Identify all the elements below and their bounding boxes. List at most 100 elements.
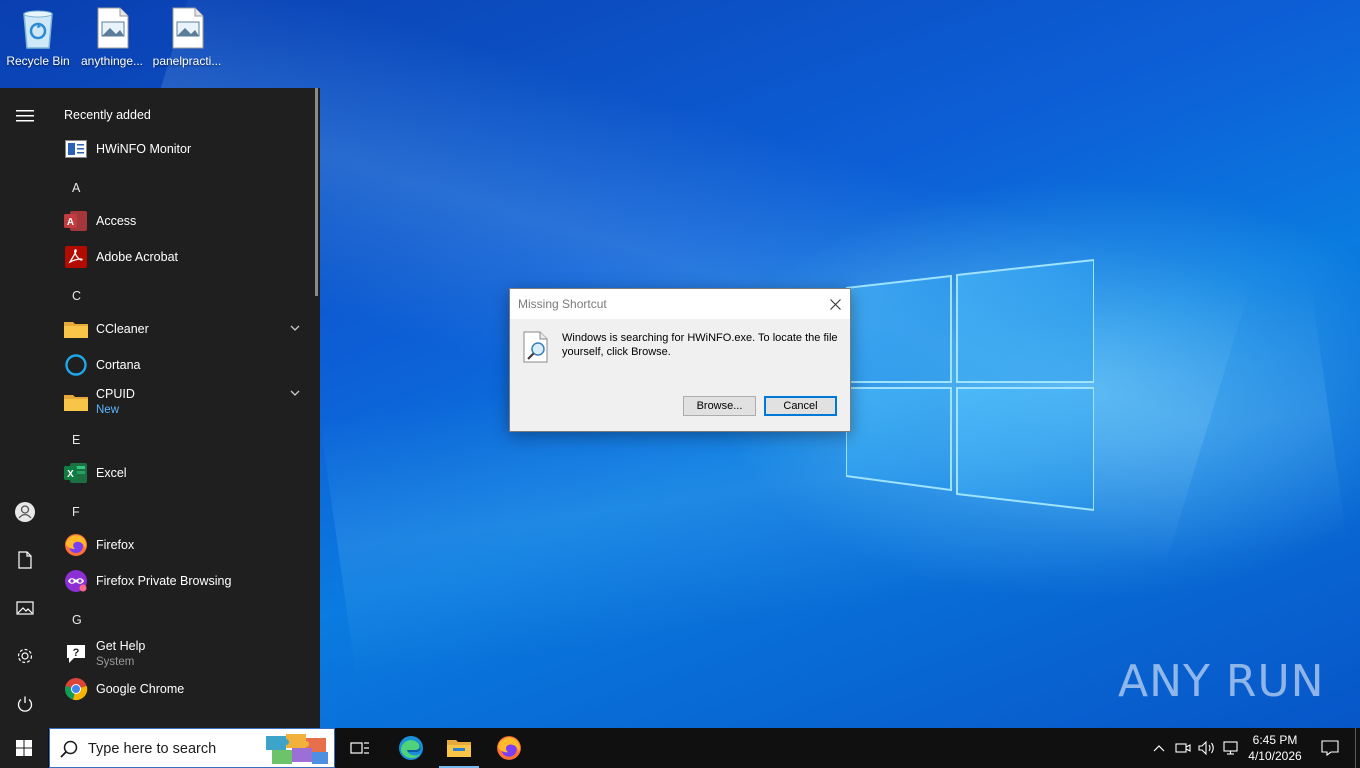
app-label: Google Chrome [96,682,185,696]
app-label: HWiNFO Monitor [96,142,192,156]
desktop-icon-file[interactable]: anythinge... [74,6,150,68]
app-get-help[interactable]: ? Get Help System [50,635,312,673]
desktop-icon-label: Recycle Bin [6,54,70,68]
anyrun-watermark: ANY RUN [1118,656,1325,707]
app-label: Firefox Private Browsing [96,574,232,588]
chevron-down-icon[interactable] [290,323,300,333]
app-hwinfo-monitor[interactable]: HWiNFO Monitor [50,131,312,167]
windows-logo-wallpaper [846,258,1094,512]
app-cortana[interactable]: Cortana [50,347,312,383]
notification-center-button[interactable] [1312,728,1348,768]
menu-icon[interactable] [13,104,37,128]
app-firefox[interactable]: Firefox [50,527,312,563]
excel-icon: X [64,461,88,485]
taskbar-search-box[interactable]: Type here to search [49,728,335,768]
watermark-text: ANY RUN [1118,656,1325,707]
app-firefox-private-browsing[interactable]: Firefox Private Browsing [50,563,312,599]
clock-date: 4/10/2026 [1248,749,1302,763]
start-button[interactable] [0,728,48,768]
file-explorer-icon [447,740,471,757]
volume-icon [1198,741,1214,755]
desktop-icon-label: anythinge... [80,54,144,68]
dialog-titlebar[interactable]: Missing Shortcut [510,289,850,319]
image-file-icon [92,6,132,50]
app-sublabel: System [96,656,135,668]
notification-icon [1321,740,1339,756]
app-label: Adobe Acrobat [96,250,179,264]
desktop-icon-file[interactable]: panelpracti... [149,6,225,68]
chevron-down-icon[interactable] [290,388,300,398]
recently-added-header: Recently added [64,108,151,122]
desktop-icon-label: panelpracti... [152,54,222,68]
task-view-button[interactable] [336,728,384,768]
task-view-icon [350,742,369,754]
section-letter-f[interactable]: F [72,505,80,519]
access-icon: A [64,209,88,233]
app-label: Cortana [96,358,141,372]
settings-icon[interactable] [13,644,37,668]
folder-icon [64,390,88,414]
windows-icon [16,740,32,756]
app-folder-ccleaner[interactable]: CCleaner [50,311,312,347]
app-label: Get Help [96,639,146,653]
app-google-chrome[interactable]: Google Chrome [50,671,312,707]
section-letter-c[interactable]: C [72,289,81,303]
firefox-private-icon [64,569,88,593]
firefox-icon [64,533,88,557]
folder-icon [64,317,88,341]
svg-text:?: ? [73,647,80,659]
recycle-bin-icon [18,6,58,50]
power-icon[interactable] [13,692,37,716]
dialog-title: Missing Shortcut [518,297,607,311]
show-hidden-icons-button[interactable] [1148,728,1170,768]
search-file-icon [523,331,548,363]
taskbar-clock[interactable]: 6:45 PM 4/10/2026 [1238,732,1312,764]
cancel-button[interactable]: Cancel [764,396,837,416]
new-badge: New [96,404,120,416]
cortana-icon [64,353,88,377]
user-icon[interactable] [13,500,37,524]
firefox-icon [497,736,521,760]
app-access[interactable]: A Access [50,203,312,239]
meet-now-button[interactable] [1172,728,1194,768]
documents-icon[interactable] [13,548,37,572]
section-letter-a[interactable]: A [72,181,80,195]
pictures-icon[interactable] [13,596,37,620]
show-desktop-button[interactable] [1355,728,1356,768]
volume-button[interactable] [1196,728,1218,768]
app-label: Firefox [96,538,135,552]
start-menu: Recently added HWiNFO Monitor A A Access… [0,88,320,728]
start-menu-app-list: Recently added HWiNFO Monitor A A Access… [50,88,312,728]
section-letter-e[interactable]: E [72,433,80,447]
edge-icon [399,736,423,760]
start-menu-scrollbar[interactable] [315,88,318,296]
app-label: Excel [96,466,127,480]
browse-button[interactable]: Browse... [683,396,756,416]
search-placeholder: Type here to search [88,741,217,757]
start-menu-rail [0,88,50,728]
chevron-up-icon [1153,745,1165,752]
taskbar: Type here to search 6:45 PM 4/10/2026 [0,728,1360,768]
app-adobe-acrobat[interactable]: Adobe Acrobat [50,239,312,275]
edge-taskbar-button[interactable] [387,728,435,768]
file-explorer-taskbar-button[interactable] [435,728,483,768]
app-label: CCleaner [96,322,149,336]
close-icon[interactable] [826,295,844,313]
missing-shortcut-dialog: Missing Shortcut Windows is searching fo… [509,288,851,432]
firefox-taskbar-button[interactable] [485,728,533,768]
dialog-message: Windows is searching for HWiNFO.exe. To … [562,332,838,358]
app-folder-cpuid[interactable]: CPUID New [50,383,312,421]
svg-text:X: X [67,469,74,480]
section-letter-g[interactable]: G [72,613,82,627]
app-excel[interactable]: X Excel [50,455,312,491]
get-help-icon: ? [64,642,88,666]
svg-text:A: A [67,217,74,228]
hwinfo-icon [64,137,88,161]
clock-time: 6:45 PM [1252,733,1298,747]
image-file-icon [167,6,207,50]
app-label: Access [96,214,137,228]
acrobat-icon [64,245,88,269]
desktop-icon-recycle-bin[interactable]: Recycle Bin [0,6,76,68]
app-label: CPUID [96,387,135,401]
chrome-icon [64,677,88,701]
